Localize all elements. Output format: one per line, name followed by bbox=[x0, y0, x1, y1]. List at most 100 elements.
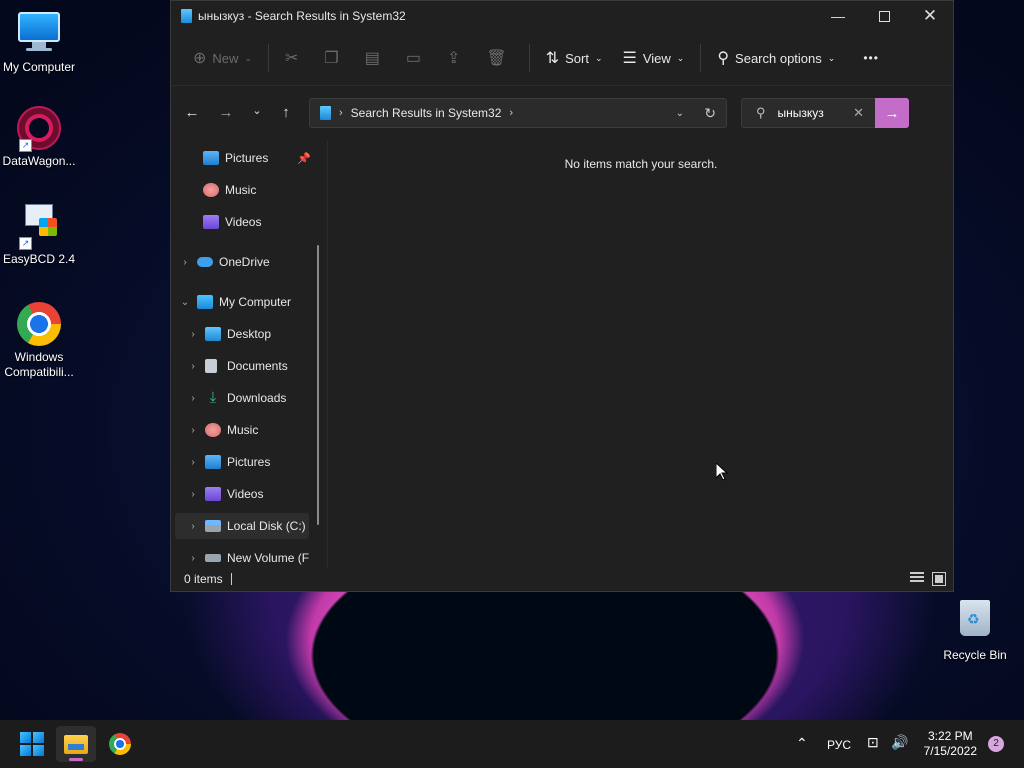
search-options-label: Search options bbox=[735, 50, 822, 66]
search-options-icon: ⚲ bbox=[717, 50, 730, 67]
sidebar-item-label: Music bbox=[225, 183, 257, 197]
cut-button[interactable]: ✂ bbox=[275, 40, 314, 76]
more-options-button[interactable]: ••• bbox=[853, 40, 889, 76]
chevron-right-icon[interactable]: › bbox=[187, 329, 199, 340]
recycle-bin-icon: ♻ bbox=[953, 600, 997, 644]
status-divider bbox=[230, 573, 232, 585]
sidebar-item-videos-quick[interactable]: Videos bbox=[185, 209, 261, 235]
sidebar-item-documents[interactable]: › Documents bbox=[187, 353, 288, 379]
pictures-icon bbox=[203, 151, 219, 165]
back-button[interactable]: ← bbox=[177, 104, 207, 121]
sidebar-item-videos[interactable]: › Videos bbox=[187, 481, 263, 507]
details-view-button[interactable] bbox=[910, 572, 924, 586]
item-count: 0 items bbox=[184, 572, 223, 586]
sidebar-item-label: New Volume (F bbox=[227, 551, 310, 565]
plus-circle-icon: ⊕ bbox=[193, 50, 207, 67]
sidebar-item-my-computer[interactable]: ⌄ My Computer bbox=[179, 289, 291, 315]
large-icons-view-icon bbox=[935, 575, 943, 583]
sidebar-item-downloads[interactable]: › ⤓ Downloads bbox=[187, 385, 286, 411]
desktop-icon-label: DataWagon... bbox=[2, 154, 76, 168]
notification-badge[interactable]: 2 bbox=[988, 736, 1004, 752]
delete-button[interactable]: 🗑 bbox=[476, 40, 522, 76]
clear-search-button[interactable]: ✕ bbox=[853, 105, 864, 121]
sidebar-item-label: OneDrive bbox=[219, 255, 270, 269]
chevron-down-icon[interactable]: ⌄ bbox=[179, 297, 191, 308]
title-bar[interactable]: ынызкуз - Search Results in System32 — ✕ bbox=[171, 1, 953, 31]
forward-button[interactable]: → bbox=[211, 104, 241, 121]
show-hidden-icons-button[interactable]: ⌃ bbox=[796, 735, 808, 752]
sidebar-item-label: Videos bbox=[225, 215, 262, 229]
minimize-button[interactable]: — bbox=[815, 1, 861, 31]
paste-button[interactable]: ▤ bbox=[355, 40, 396, 76]
desktop-icon-windows-compat[interactable]: Windows Compatibili... bbox=[0, 302, 78, 380]
active-indicator bbox=[69, 758, 83, 761]
breadcrumb-separator-icon: › bbox=[339, 107, 343, 119]
chevron-right-icon[interactable]: › bbox=[187, 457, 199, 468]
input-language[interactable]: РУС bbox=[827, 738, 851, 752]
sidebar-item-music-quick[interactable]: Music bbox=[185, 177, 256, 203]
taskbar-chrome[interactable] bbox=[100, 726, 140, 762]
sidebar-item-label: Pictures bbox=[225, 151, 269, 165]
pane-divider[interactable] bbox=[327, 141, 328, 569]
sidebar-item-desktop[interactable]: › Desktop bbox=[187, 321, 271, 347]
sort-button[interactable]: ⇅ Sort ⌄ bbox=[536, 40, 613, 76]
sidebar-item-label: Music bbox=[227, 423, 259, 437]
address-history-dropdown[interactable]: ⌄ bbox=[676, 108, 684, 119]
view-button[interactable]: ☰ View ⌄ bbox=[612, 40, 694, 76]
desktop: { "desktop": { "icons": [ {"label": "My … bbox=[0, 0, 1024, 768]
copy-button[interactable]: ❐ bbox=[314, 40, 354, 76]
desktop-icon-label: EasyBCD 2.4 bbox=[2, 252, 76, 266]
sidebar-item-label: Pictures bbox=[227, 455, 271, 469]
chevron-right-icon[interactable]: › bbox=[187, 393, 199, 404]
navigation-pane: Pictures 📌 Music Videos › OneDrive ⌄ My … bbox=[171, 141, 323, 569]
desktop-icon-recycle-bin[interactable]: ♻ Recycle Bin bbox=[936, 598, 1014, 663]
sidebar-item-label: My Computer bbox=[219, 295, 292, 309]
desktop-icon-datawagon[interactable]: ↗ DataWagon... bbox=[0, 106, 78, 169]
share-button[interactable]: ⇪ bbox=[437, 40, 476, 76]
breadcrumb-separator-icon[interactable]: › bbox=[509, 107, 513, 119]
desktop-icon-my-computer[interactable]: My Computer bbox=[0, 10, 78, 75]
search-options-button[interactable]: ⚲ Search options ⌄ bbox=[707, 40, 845, 76]
rename-button[interactable]: ▭ bbox=[396, 40, 437, 76]
up-button[interactable]: ↑ bbox=[271, 104, 301, 121]
network-icon[interactable]: ⊡ bbox=[867, 734, 879, 751]
chevron-right-icon[interactable]: › bbox=[187, 553, 199, 564]
maximize-button[interactable] bbox=[861, 1, 907, 31]
volume-icon[interactable]: 🔊 bbox=[891, 734, 908, 751]
refresh-icon[interactable]: ↻ bbox=[704, 105, 716, 122]
scissors-icon: ✂ bbox=[284, 50, 299, 67]
clock[interactable]: 3:22 PM 7/15/2022 bbox=[924, 729, 977, 759]
search-box[interactable]: ⚲ ынызкуз ✕ → bbox=[741, 98, 909, 128]
breadcrumb-search-results[interactable]: Search Results in System32 bbox=[351, 106, 502, 120]
start-button[interactable] bbox=[12, 726, 52, 762]
clock-date: 7/15/2022 bbox=[923, 744, 977, 758]
sidebar-item-label: Documents bbox=[227, 359, 288, 373]
ellipsis-icon: ••• bbox=[863, 51, 879, 65]
chevron-right-icon[interactable]: › bbox=[187, 489, 199, 500]
chevron-right-icon[interactable]: › bbox=[179, 257, 191, 268]
large-icons-view-button[interactable] bbox=[932, 572, 946, 586]
sidebar-item-local-disk-c[interactable]: › Local Disk (C:) bbox=[175, 513, 309, 539]
sidebar-item-pictures[interactable]: › Pictures bbox=[187, 449, 270, 475]
new-button[interactable]: ⊕ New ⌄ bbox=[183, 40, 262, 76]
nav-pane-scrollbar[interactable] bbox=[317, 245, 319, 525]
sidebar-item-pictures-quick[interactable]: Pictures 📌 bbox=[185, 145, 311, 171]
videos-icon bbox=[203, 215, 219, 229]
chevron-right-icon[interactable]: › bbox=[187, 425, 199, 436]
toolbar-divider bbox=[700, 44, 702, 72]
sidebar-item-onedrive[interactable]: › OneDrive bbox=[179, 249, 270, 275]
chevron-right-icon[interactable]: › bbox=[187, 521, 199, 532]
search-submit-button[interactable]: → bbox=[875, 98, 909, 128]
address-bar[interactable]: › Search Results in System32 › ⌄ ↻ bbox=[309, 98, 727, 128]
trash-icon: 🗑 bbox=[486, 50, 507, 67]
taskbar-file-explorer[interactable] bbox=[56, 726, 96, 762]
videos-icon bbox=[205, 487, 221, 501]
desktop-icon-easybcd[interactable]: ↗ EasyBCD 2.4 bbox=[0, 204, 78, 267]
desktop-icon-label: Recycle Bin bbox=[943, 648, 1007, 662]
chevron-right-icon[interactable]: › bbox=[187, 361, 199, 372]
recent-locations-button[interactable]: ⌄ bbox=[242, 104, 272, 117]
sidebar-item-music[interactable]: › Music bbox=[187, 417, 258, 443]
windows-logo-icon bbox=[20, 732, 44, 756]
search-input[interactable]: ынызкуз bbox=[778, 106, 824, 120]
close-button[interactable]: ✕ bbox=[907, 1, 953, 31]
